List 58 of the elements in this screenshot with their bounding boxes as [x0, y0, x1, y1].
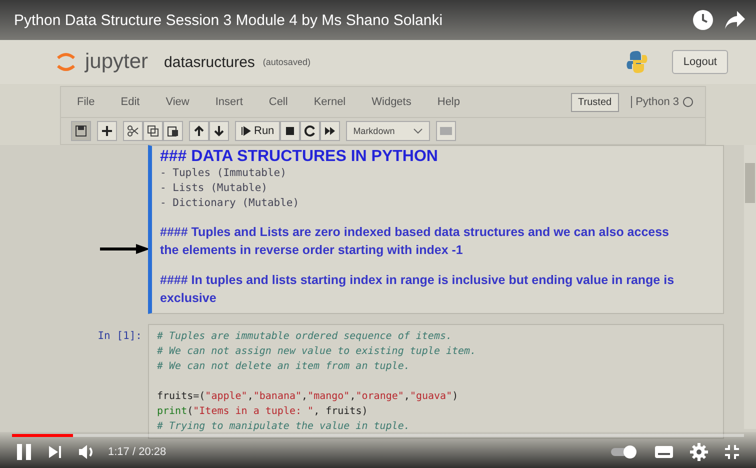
- settings-icon[interactable]: [690, 443, 708, 461]
- markdown-list-item: - Dictionary (Mutable): [160, 196, 300, 211]
- markdown-heading: ### DATA STRUCTURES IN PYTHON: [160, 148, 439, 166]
- run-icon: [241, 126, 251, 136]
- kernel-name: Python 3: [630, 96, 679, 108]
- code-line: # We can not assign new value to existing tuple item.: [157, 345, 478, 359]
- kernel-status-icon: [683, 97, 693, 107]
- save-status: (autosaved): [262, 57, 310, 67]
- code-line: fruits=("apple","banana","mango","orange","guava"): [157, 390, 460, 404]
- menu-item[interactable]: Widgets: [372, 96, 412, 108]
- restart-icon[interactable]: [300, 121, 320, 141]
- scrollbar[interactable]: [744, 145, 756, 429]
- progress-bar[interactable]: [12, 434, 744, 437]
- scrollbar-thumb[interactable]: [745, 163, 755, 203]
- code-line: print("Items in a tuple: ", fruits): [157, 405, 369, 419]
- code-line: # Tuples are immutable ordered sequence of items.: [157, 330, 454, 344]
- code-cell[interactable]: [148, 324, 724, 439]
- markdown-list-item: - Lists (Mutable): [160, 181, 268, 196]
- video-time: 1:17 / 20:28: [108, 446, 166, 458]
- next-icon[interactable]: [48, 445, 62, 459]
- cut-icon[interactable]: [123, 121, 143, 141]
- fast-forward-icon[interactable]: [320, 121, 340, 141]
- logout-button[interactable]: Logout: [672, 50, 728, 74]
- clock-icon[interactable]: [692, 9, 714, 31]
- move-down-icon[interactable]: [209, 121, 229, 141]
- notebook-name[interactable]: datasructures: [164, 54, 255, 70]
- menu-item[interactable]: Edit: [120, 96, 140, 108]
- copy-icon[interactable]: [143, 121, 163, 141]
- save-icon[interactable]: [71, 121, 91, 141]
- cell-prompt: In [1]:: [96, 329, 142, 344]
- subtitles-icon[interactable]: [654, 445, 674, 459]
- markdown-paragraph: #### In tuples and lists starting index in range is inclusive but ending value in range is exclusive: [160, 272, 676, 307]
- run-button[interactable]: Run: [235, 121, 280, 141]
- menu-item[interactable]: Insert: [215, 96, 243, 108]
- plus-icon[interactable]: [97, 121, 117, 141]
- menu-item[interactable]: Kernel: [314, 96, 346, 108]
- stop-icon[interactable]: [280, 121, 300, 141]
- python-logo-icon: [626, 50, 648, 74]
- pause-icon[interactable]: [16, 443, 32, 461]
- code-line: # We can not delete an item from an tuple.: [157, 360, 411, 374]
- jupyter-logo-icon: [55, 51, 77, 73]
- autoplay-toggle-icon[interactable]: [610, 445, 638, 459]
- jupyter-wordmark: jupyter: [85, 50, 148, 74]
- move-up-icon[interactable]: [189, 121, 209, 141]
- menu-item[interactable]: Cell: [268, 96, 288, 108]
- menu-item[interactable]: View: [166, 96, 190, 108]
- code-line: # Trying to manipulate the value in tuple.: [157, 420, 411, 434]
- markdown-cell[interactable]: [148, 145, 724, 314]
- paste-icon[interactable]: [163, 121, 183, 141]
- menu-item[interactable]: Help: [437, 96, 460, 108]
- markdown-paragraph: #### Tuples and Lists are zero indexed based data structures and we can also access the elements in reverse order starting with index -1: [160, 224, 670, 259]
- markdown-list-item: - Tuples (Immutable): [160, 166, 288, 181]
- trusted-button[interactable]: Trusted: [571, 92, 619, 112]
- menu-item[interactable]: File: [77, 96, 95, 108]
- cell-type-dropdown[interactable]: Markdown: [346, 121, 430, 141]
- exit-fullscreen-icon[interactable]: [724, 444, 740, 460]
- caret-icon: [412, 128, 423, 134]
- share-icon[interactable]: [724, 10, 746, 30]
